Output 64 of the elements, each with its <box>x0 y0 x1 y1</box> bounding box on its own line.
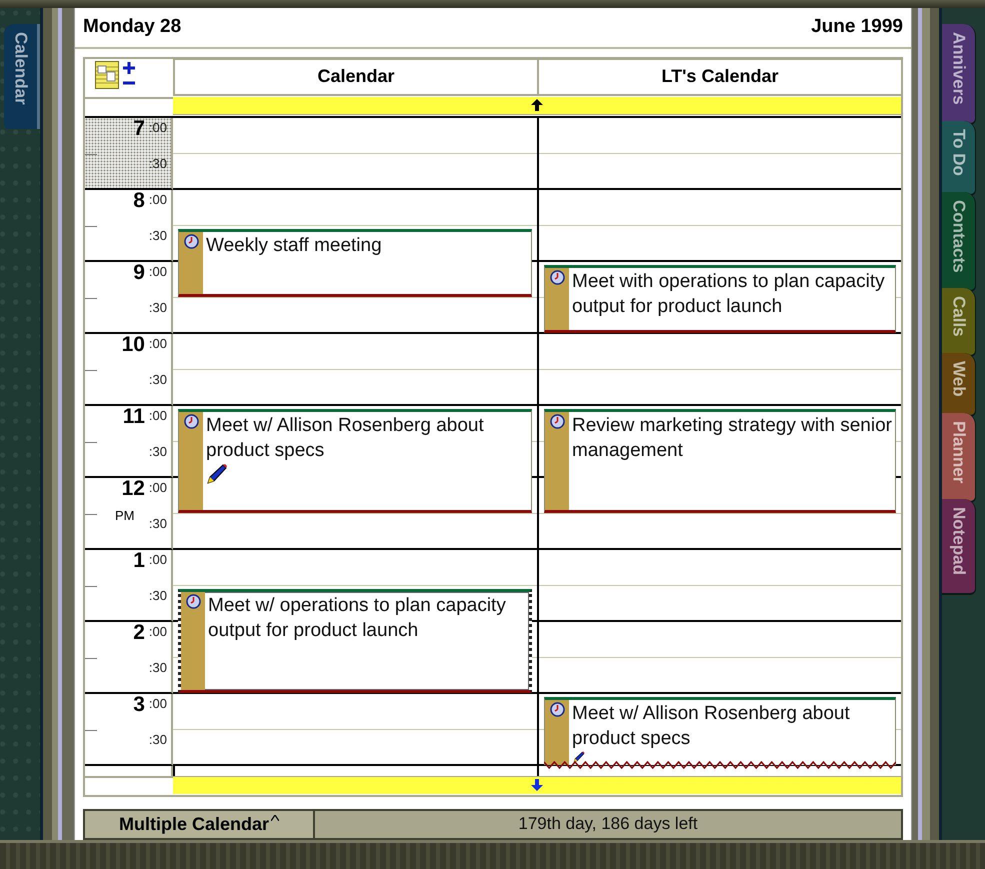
plus-minus-icon[interactable] <box>121 60 137 86</box>
hour-label: 12 <box>122 478 145 500</box>
minutes-label: :00 <box>148 336 167 352</box>
minutes-label: :00 <box>148 624 167 640</box>
hour-label: 3 <box>133 694 145 716</box>
minutes-label: :30 <box>148 372 167 388</box>
hour-label: 8 <box>133 190 145 212</box>
minutes-label: :30 <box>148 444 167 460</box>
down-arrow-icon[interactable] <box>531 779 543 791</box>
calendar-view-icon[interactable] <box>95 60 119 88</box>
clock-icon <box>550 702 564 716</box>
minutes-label: :00 <box>148 552 167 568</box>
minutes-label: :30 <box>148 660 167 676</box>
clock-icon <box>184 414 198 428</box>
appointment[interactable]: Review marketing strategy with senior management <box>544 408 896 512</box>
month-title: June 1999 <box>811 16 903 38</box>
minutes-label: :30 <box>148 228 167 244</box>
appointment-title: Meet w/ Allison Rosenberg about product specs <box>572 702 851 750</box>
section-tab[interactable]: Web <box>942 353 976 417</box>
pencil-icon <box>206 462 228 484</box>
day-title: Monday 28 <box>83 16 182 38</box>
meridiem-label: PM <box>115 508 134 522</box>
hour-label: 7 <box>133 118 145 140</box>
up-arrow-icon[interactable] <box>531 99 543 111</box>
minutes-label: :00 <box>148 408 167 424</box>
clock-icon <box>550 414 564 428</box>
day-count-status: 179th day, 186 days left <box>315 810 901 838</box>
appointment-title: Meet with operations to plan capacity output for product launch <box>572 270 886 318</box>
hour-label: 10 <box>122 334 145 356</box>
clock-icon <box>550 270 564 284</box>
caret-icon <box>271 814 280 820</box>
appointment-title: Meet w/ operations to plan capacity output for product launch <box>208 594 507 642</box>
section-tab[interactable]: To Do <box>942 120 976 196</box>
appointment[interactable]: Meet w/ Allison Rosenberg about product specs <box>178 408 532 512</box>
minutes-label: :00 <box>148 120 167 136</box>
hour-label: 11 <box>122 406 145 428</box>
minutes-label: :00 <box>148 264 167 280</box>
hour-label: 2 <box>133 622 145 644</box>
minutes-label: :30 <box>148 516 167 532</box>
section-tab[interactable]: Calls <box>942 288 976 358</box>
section-tab[interactable]: Planner <box>942 412 976 503</box>
view-mode-button[interactable]: Multiple Calendar <box>85 810 315 838</box>
clock-icon <box>184 234 198 248</box>
hour-label: 9 <box>133 262 145 284</box>
appointment[interactable]: Meet with operations to plan capacity output for product launch <box>544 264 896 332</box>
minutes-label: :00 <box>148 192 167 208</box>
minutes-label: :00 <box>148 480 167 496</box>
section-tab[interactable]: Calendar <box>4 24 40 129</box>
pencil-icon <box>572 750 586 762</box>
appointment-title: Review marketing strategy with senior management <box>572 414 893 462</box>
clock-icon <box>186 594 200 608</box>
appointment-title: Weekly staff meeting <box>206 234 382 258</box>
minutes-label: :30 <box>148 732 167 748</box>
minutes-label: :30 <box>148 300 167 316</box>
minutes-label: :30 <box>148 588 167 604</box>
section-tab[interactable]: Notepad <box>942 498 976 595</box>
hour-label: 1 <box>133 550 145 572</box>
appointment[interactable]: Meet w/ operations to plan capacity output for product launch <box>178 588 532 692</box>
section-tab[interactable]: Annivers <box>942 24 976 125</box>
minutes-label: :00 <box>148 696 167 712</box>
section-tab[interactable]: Contacts <box>942 192 976 292</box>
minutes-label: :30 <box>148 156 167 172</box>
appointment[interactable]: Weekly staff meeting <box>178 228 532 296</box>
appointment-title: Meet w/ Allison Rosenberg about product specs <box>206 414 485 462</box>
